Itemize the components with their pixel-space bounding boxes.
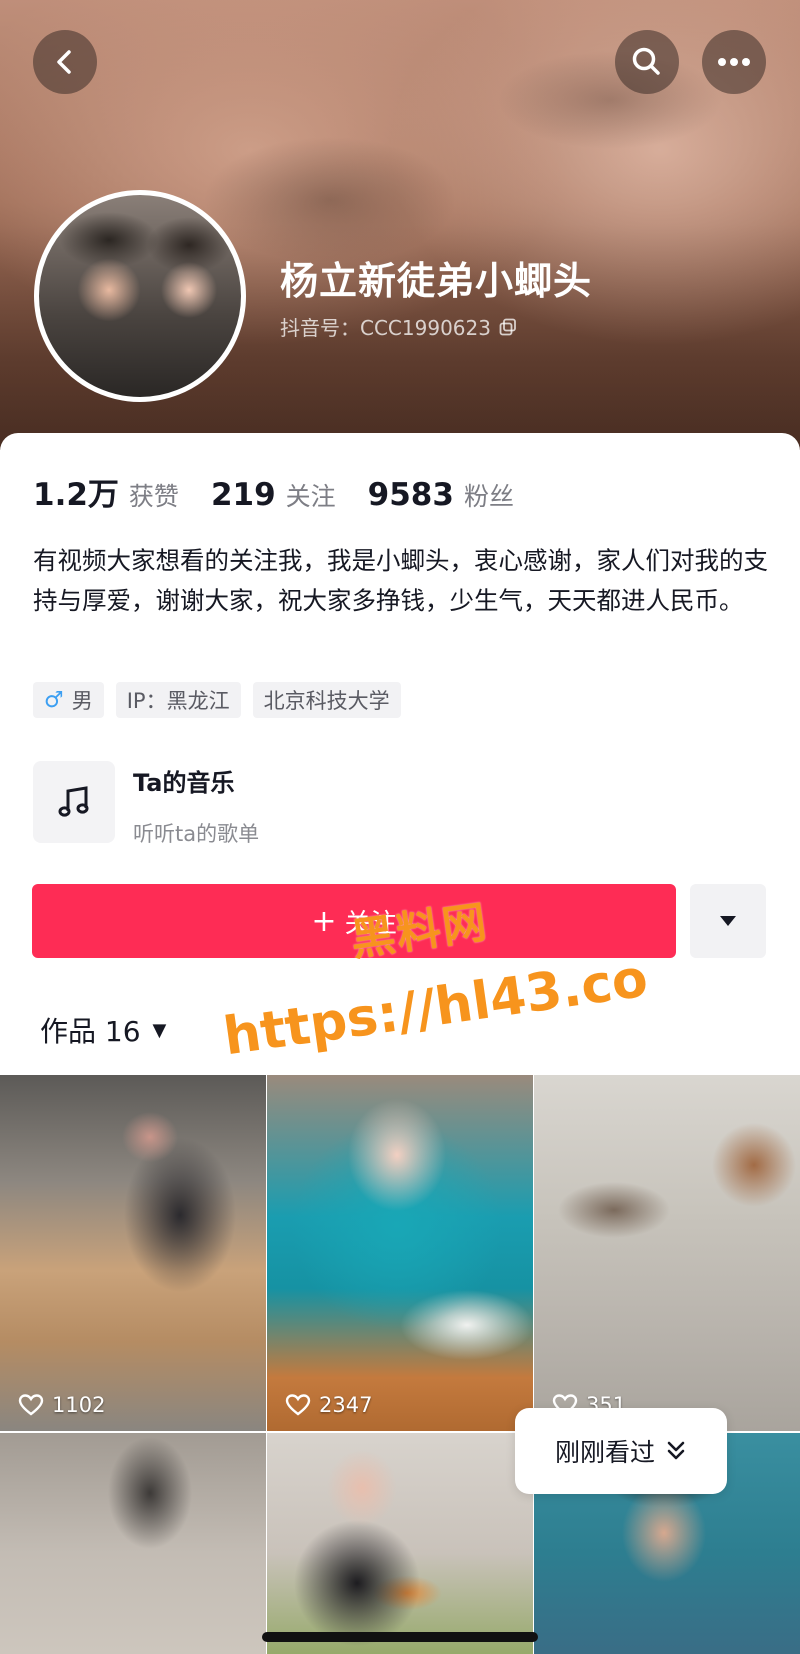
bio-text: 有视频大家想看的关注我，我是小蝍头，衷心感谢，家人们对我的支持与厚爱，谢谢大家，… bbox=[33, 546, 768, 615]
tag-gender: ♂ 男 bbox=[33, 682, 104, 718]
video-thumbnail[interactable]: 351 bbox=[534, 1075, 800, 1431]
stat-value: 219 bbox=[210, 477, 276, 513]
search-button[interactable] bbox=[615, 30, 679, 94]
more-dots-icon bbox=[718, 58, 750, 66]
search-icon bbox=[632, 47, 660, 75]
caret-down-icon: ▼ bbox=[152, 1019, 167, 1041]
music-entry[interactable]: Ta的音乐 听听ta的歌单 bbox=[33, 761, 259, 848]
stat-label: 粉丝 bbox=[463, 482, 514, 511]
stat-value: 9583 bbox=[367, 477, 454, 513]
tab-works-label: 作品 16 bbox=[40, 1015, 141, 1048]
double-chevron-down-icon bbox=[667, 1441, 685, 1460]
video-grid: 1102 2347 351 bbox=[0, 1075, 800, 1654]
music-subtitle: 听听ta的歌单 bbox=[133, 822, 260, 846]
male-icon: ♂ bbox=[44, 687, 64, 713]
stats-row: 1.2万 获赞 219 关注 9583 粉丝 bbox=[33, 469, 546, 514]
recently-viewed-button[interactable]: 刚刚看过 bbox=[515, 1408, 727, 1494]
profile-screen: 杨立新徒弟小蝍头 抖音号：CCC1990623 1.2万 获赞 219 关注 9… bbox=[0, 0, 800, 1654]
tag-gender-label: 男 bbox=[71, 689, 93, 713]
video-thumbnail[interactable] bbox=[267, 1433, 533, 1654]
like-count: 1102 bbox=[18, 1393, 105, 1417]
chevron-left-icon bbox=[57, 50, 71, 74]
home-indicator[interactable] bbox=[262, 1632, 538, 1642]
tab-works[interactable]: 作品 16 ▼ bbox=[40, 1010, 166, 1050]
caret-down-icon bbox=[720, 916, 736, 926]
like-count-value: 1102 bbox=[52, 1393, 106, 1417]
stat-label: 获赞 bbox=[128, 482, 179, 511]
music-title: Ta的音乐 bbox=[133, 769, 235, 797]
watermark-url: https://hl43.co bbox=[219, 948, 652, 1068]
music-note-icon bbox=[58, 786, 89, 817]
stat-label: 关注 bbox=[285, 482, 336, 511]
more-button[interactable] bbox=[702, 30, 766, 94]
video-thumbnail[interactable]: 2347 bbox=[267, 1075, 533, 1431]
stat-followers[interactable]: 9583 粉丝 bbox=[368, 477, 514, 513]
nickname: 杨立新徒弟小蝍头 bbox=[280, 259, 593, 303]
back-button[interactable] bbox=[33, 30, 97, 94]
profile-tags: ♂ 男 IP：黑龙江 北京科技大学 bbox=[33, 682, 401, 718]
heart-outline-icon bbox=[18, 1394, 44, 1416]
tag-ip: IP：黑龙江 bbox=[115, 682, 241, 718]
music-icon-box bbox=[33, 761, 115, 843]
stat-value: 1.2万 bbox=[33, 477, 119, 513]
stat-likes[interactable]: 1.2万 获赞 bbox=[33, 469, 179, 514]
recommend-dropdown-button[interactable] bbox=[690, 884, 766, 958]
plus-icon: + bbox=[311, 903, 337, 939]
tag-school[interactable]: 北京科技大学 bbox=[252, 682, 401, 718]
douyin-id-text: 抖音号：CCC1990623 bbox=[280, 316, 491, 340]
copy-icon[interactable] bbox=[499, 318, 517, 336]
video-thumbnail[interactable] bbox=[0, 1433, 266, 1654]
recently-viewed-label: 刚刚看过 bbox=[554, 1438, 655, 1467]
video-thumbnail[interactable]: 1102 bbox=[0, 1075, 266, 1431]
stat-following[interactable]: 219 关注 bbox=[211, 477, 336, 513]
like-count-value: 2347 bbox=[319, 1393, 373, 1417]
like-count: 2347 bbox=[285, 1393, 372, 1417]
avatar[interactable] bbox=[34, 190, 246, 402]
douyin-id[interactable]: 抖音号：CCC1990623 bbox=[280, 312, 517, 341]
music-text: Ta的音乐 听听ta的歌单 bbox=[133, 761, 259, 848]
heart-outline-icon bbox=[285, 1394, 311, 1416]
